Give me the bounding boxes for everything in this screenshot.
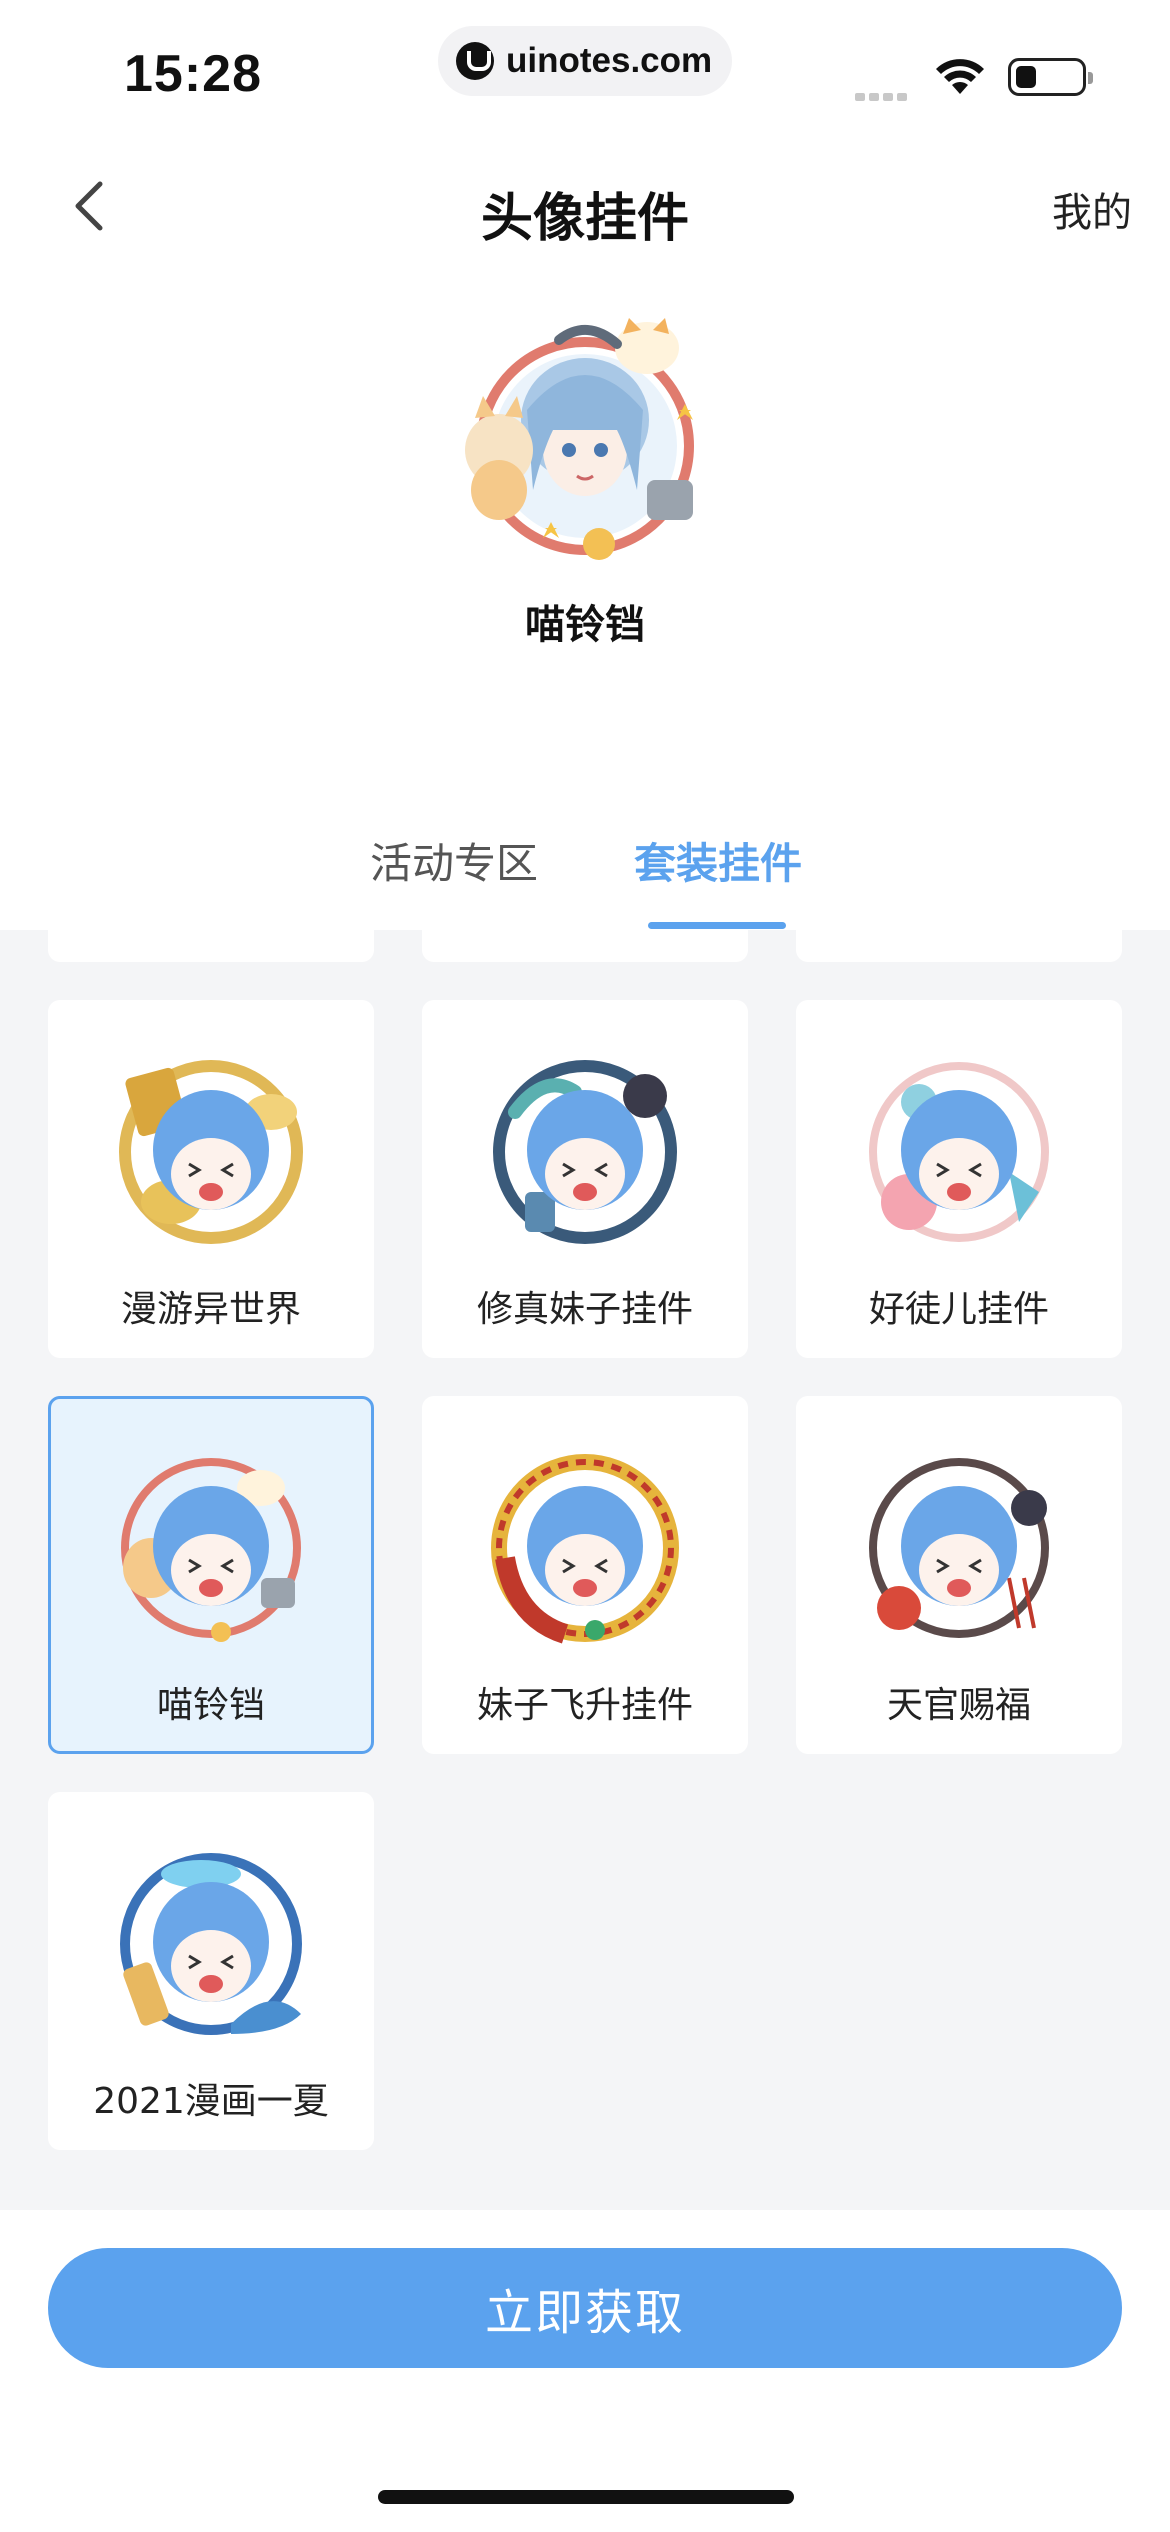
url-pill[interactable]: uinotes.com	[438, 26, 732, 96]
pendant-card-label: 2021漫画一夏	[93, 2081, 329, 2122]
pendant-card-label: 漫游异世界	[120, 1289, 301, 1330]
active-tab-indicator	[648, 922, 786, 929]
avatar-pendant-preview	[465, 318, 694, 560]
pendant-card[interactable]: 妹子飞升挂件	[422, 1396, 748, 1754]
pendant-card-partial[interactable]	[422, 930, 748, 962]
status-bar: 15:28 uinotes.com	[0, 0, 1170, 140]
pendant-thumbnail	[119, 1060, 303, 1244]
tab-suit-pendants[interactable]: 套装挂件	[634, 830, 802, 891]
pendant-card-label: 修真妹子挂件	[476, 1289, 693, 1330]
pendant-card-label: 妹子飞升挂件	[476, 1685, 693, 1726]
pendant-thumbnail	[493, 1060, 677, 1244]
pendant-card[interactable]: 修真妹子挂件	[422, 1000, 748, 1358]
pendant-card-label: 喵铃铛	[156, 1685, 265, 1726]
pendant-thumbnail	[121, 1458, 301, 1642]
pendant-card[interactable]: 好徒儿挂件	[796, 1000, 1122, 1358]
tab-bar: 活动专区 套装挂件	[0, 810, 1170, 930]
battery-icon	[1008, 58, 1093, 96]
pendant-grid: 漫游异世界 修真妹子挂件 好徒儿挂件 喵铃铛 妹子飞升挂件 天官赐福 2021漫…	[0, 930, 1170, 2210]
home-indicator[interactable]	[378, 2490, 794, 2504]
pendant-card-label: 好徒儿挂件	[868, 1289, 1049, 1330]
pendant-thumbnail	[491, 1454, 679, 1644]
url-text: uinotes.com	[506, 41, 713, 80]
pendant-thumbnail	[869, 1458, 1049, 1638]
cellular-signal-icon	[855, 86, 915, 101]
site-logo-icon	[456, 42, 494, 80]
get-now-button[interactable]: 立即获取	[48, 2248, 1122, 2368]
page-title: 头像挂件	[480, 189, 689, 249]
pendant-thumbnail	[869, 1062, 1049, 1242]
pendant-card-selected[interactable]: 喵铃铛	[48, 1396, 374, 1754]
preview-pendant-name: 喵铃铛	[525, 602, 645, 648]
my-pendants-link[interactable]: 我的	[1052, 180, 1132, 238]
pendant-card[interactable]: 2021漫画一夏	[48, 1792, 374, 2150]
pendant-card-partial[interactable]	[796, 930, 1122, 962]
pendant-card[interactable]: 天官赐福	[796, 1396, 1122, 1754]
nav-bar: 头像挂件 我的	[0, 150, 1170, 260]
pendant-card[interactable]: 漫游异世界	[48, 1000, 374, 1358]
pendant-card-partial[interactable]	[48, 930, 374, 962]
wifi-icon	[936, 59, 984, 94]
tab-activity-zone[interactable]: 活动专区	[370, 830, 538, 891]
status-time: 15:28	[124, 45, 262, 103]
pendant-thumbnail	[120, 1853, 302, 2035]
pendant-card-label: 天官赐福	[886, 1685, 1031, 1726]
